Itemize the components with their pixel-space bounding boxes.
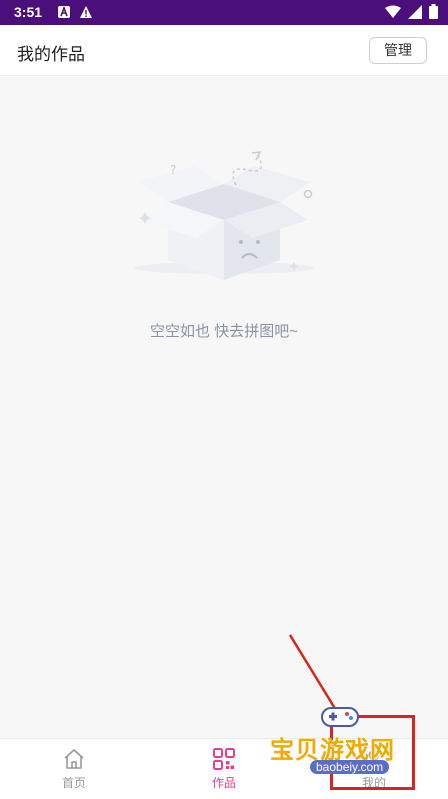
tab-works[interactable]: 作品 bbox=[184, 747, 264, 791]
qr-grid-icon bbox=[213, 748, 235, 770]
notification-a-icon bbox=[58, 5, 70, 18]
manage-button[interactable]: 管理 bbox=[369, 37, 427, 64]
watermark: 宝贝游戏网 baobeiy.com bbox=[270, 700, 420, 795]
status-bar: 3:51 bbox=[0, 0, 448, 25]
battery-icon bbox=[429, 4, 438, 19]
page-title: 我的作品 bbox=[17, 45, 85, 64]
gamepad-icon bbox=[321, 707, 359, 727]
watermark-url: baobeiy.com bbox=[310, 760, 390, 774]
tab-works-label: 作品 bbox=[211, 776, 236, 790]
wifi-icon bbox=[385, 5, 401, 18]
empty-message: 空空如也 快去拼图吧~ bbox=[150, 323, 298, 340]
tab-home[interactable]: 首页 bbox=[34, 747, 114, 791]
empty-box-illustration: ? bbox=[134, 151, 314, 280]
home-icon bbox=[64, 749, 84, 769]
app-header: 我的作品 管理 bbox=[0, 25, 448, 76]
tab-home-label: 首页 bbox=[61, 776, 86, 790]
warning-icon bbox=[80, 6, 92, 18]
status-time: 3:51 bbox=[14, 4, 43, 20]
signal-icon bbox=[408, 4, 422, 19]
svg-text:?: ? bbox=[170, 163, 176, 177]
